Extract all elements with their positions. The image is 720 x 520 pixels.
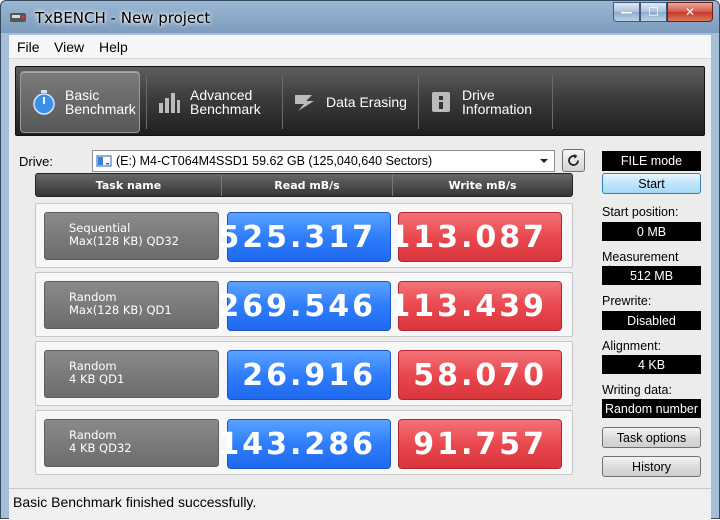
drive-information-line2: Information — [462, 101, 533, 117]
task-name-line2: 4 KB QD32 — [69, 441, 132, 455]
task-name-button[interactable]: Random 4 KB QD1 — [44, 350, 219, 398]
basic-benchmark-label: Basic Benchmark — [65, 88, 136, 116]
minimize-button[interactable]: — — [613, 2, 640, 22]
toolbar-separator — [552, 75, 553, 129]
window-controls: — ☐ ✕ — [613, 2, 713, 22]
history-button[interactable]: History — [602, 456, 701, 477]
toolbar-panel: Basic Benchmark Advanced Benchmark Data … — [15, 66, 705, 136]
read-value: 269.546 — [218, 281, 391, 331]
basic-benchmark-tab[interactable]: Basic Benchmark — [20, 71, 140, 133]
stopwatch-icon — [33, 90, 55, 115]
eraser-icon — [295, 95, 314, 111]
refresh-button[interactable] — [562, 149, 585, 172]
advanced-benchmark-label: Advanced Benchmark — [190, 88, 261, 116]
result-row-rnd-4k-qd32: Random 4 KB QD32 143.286 91.757 — [35, 410, 573, 475]
read-value: 143.286 — [218, 419, 391, 469]
task-name-button[interactable]: Random 4 KB QD32 — [44, 419, 219, 467]
drive-information-tab[interactable]: Drive Information — [428, 71, 548, 133]
data-erasing-label: Data Erasing — [326, 94, 407, 110]
basic-benchmark-line2: Benchmark — [65, 101, 136, 117]
task-options-button[interactable]: Task options — [602, 427, 701, 448]
task-name-button[interactable]: Random Max(128 KB) QD1 — [44, 281, 219, 329]
close-icon: ✕ — [684, 5, 696, 19]
app-window: TxBENCH - New project — ☐ ✕ File View He… — [0, 0, 720, 520]
advanced-benchmark-line2: Benchmark — [190, 101, 261, 117]
menu-help[interactable]: Help — [99, 39, 128, 55]
data-erasing-tab[interactable]: Data Erasing — [292, 71, 414, 133]
app-icon — [10, 13, 26, 22]
start-position-label: Start position: — [602, 205, 679, 219]
window-title: TxBENCH - New project — [35, 9, 211, 27]
result-row-seq-qd32: Sequential Max(128 KB) QD32 525.317 113.… — [35, 203, 573, 268]
read-value: 525.317 — [218, 212, 391, 262]
results-header: Task name Read mB/s Write mB/s — [35, 173, 573, 197]
prewrite-value: Disabled — [602, 311, 701, 330]
close-button[interactable]: ✕ — [667, 2, 713, 22]
measurement-size-value: 512 MB — [602, 266, 701, 285]
start-button[interactable]: Start — [602, 173, 701, 194]
result-row-rnd-4k-qd1: Random 4 KB QD1 26.916 58.070 — [35, 341, 573, 406]
writing-data-label: Writing data: — [602, 383, 672, 397]
status-text: Basic Benchmark finished successfully. — [13, 494, 257, 510]
header-write: Write mB/s — [448, 178, 517, 192]
menu-view[interactable]: View — [54, 39, 84, 55]
advanced-benchmark-line1: Advanced — [190, 87, 253, 103]
maximize-icon: ☐ — [648, 5, 659, 19]
menu-bar: File View Help — [9, 35, 711, 59]
alignment-value: 4 KB — [602, 355, 701, 374]
write-value: 113.439 — [389, 281, 562, 331]
drive-info-icon — [432, 92, 450, 112]
task-name-line2: Max(128 KB) QD1 — [69, 303, 172, 317]
chevron-down-icon[interactable] — [537, 154, 551, 168]
header-read: Read mB/s — [222, 174, 393, 196]
writing-data-value: Random number — [602, 399, 701, 418]
prewrite-label: Prewrite: — [602, 294, 652, 308]
refresh-icon — [568, 154, 579, 166]
minimize-icon: — — [620, 5, 633, 19]
task-name-line2: 4 KB QD1 — [69, 372, 125, 386]
drive-label: Drive: — [19, 154, 53, 169]
header-task-name: Task name — [36, 174, 222, 196]
drive-select-value: (E:) M4-CT064M4SSD1 59.62 GB (125,040,64… — [116, 154, 433, 168]
client-area: File View Help Basic Benchmark Advanced … — [9, 35, 711, 520]
drive-information-line1: Drive — [462, 87, 495, 103]
alignment-label: Alignment: — [602, 339, 662, 353]
file-mode-indicator: FILE mode — [602, 151, 701, 171]
menu-file[interactable]: File — [17, 39, 40, 55]
write-value: 58.070 — [398, 350, 562, 400]
toolbar-separator — [146, 75, 147, 129]
drive-select[interactable]: (E:) M4-CT064M4SSD1 59.62 GB (125,040,64… — [92, 150, 555, 172]
title-bar[interactable]: TxBENCH - New project — ☐ ✕ — [1, 1, 719, 35]
bar-chart-icon — [159, 93, 180, 113]
disk-icon — [96, 155, 112, 167]
toolbar: Basic Benchmark Advanced Benchmark Data … — [9, 59, 711, 145]
start-position-value: 0 MB — [602, 222, 701, 241]
results-panel: Task name Read mB/s Write mB/s Sequentia… — [35, 173, 573, 505]
basic-benchmark-line1: Basic — [65, 87, 100, 103]
task-name-button[interactable]: Sequential Max(128 KB) QD32 — [44, 212, 219, 260]
drive-information-label: Drive Information — [462, 88, 532, 116]
advanced-benchmark-tab[interactable]: Advanced Benchmark — [156, 71, 276, 133]
task-name-line2: Max(128 KB) QD32 — [69, 234, 179, 248]
toolbar-separator — [418, 75, 419, 129]
read-value: 26.916 — [227, 350, 391, 400]
write-value: 91.757 — [398, 419, 562, 469]
status-bar: Basic Benchmark finished successfully. — [9, 488, 711, 520]
maximize-button[interactable]: ☐ — [640, 2, 667, 22]
toolbar-separator — [282, 75, 283, 129]
result-row-rnd-max-qd1: Random Max(128 KB) QD1 269.546 113.439 — [35, 272, 573, 337]
write-value: 113.087 — [389, 212, 562, 262]
